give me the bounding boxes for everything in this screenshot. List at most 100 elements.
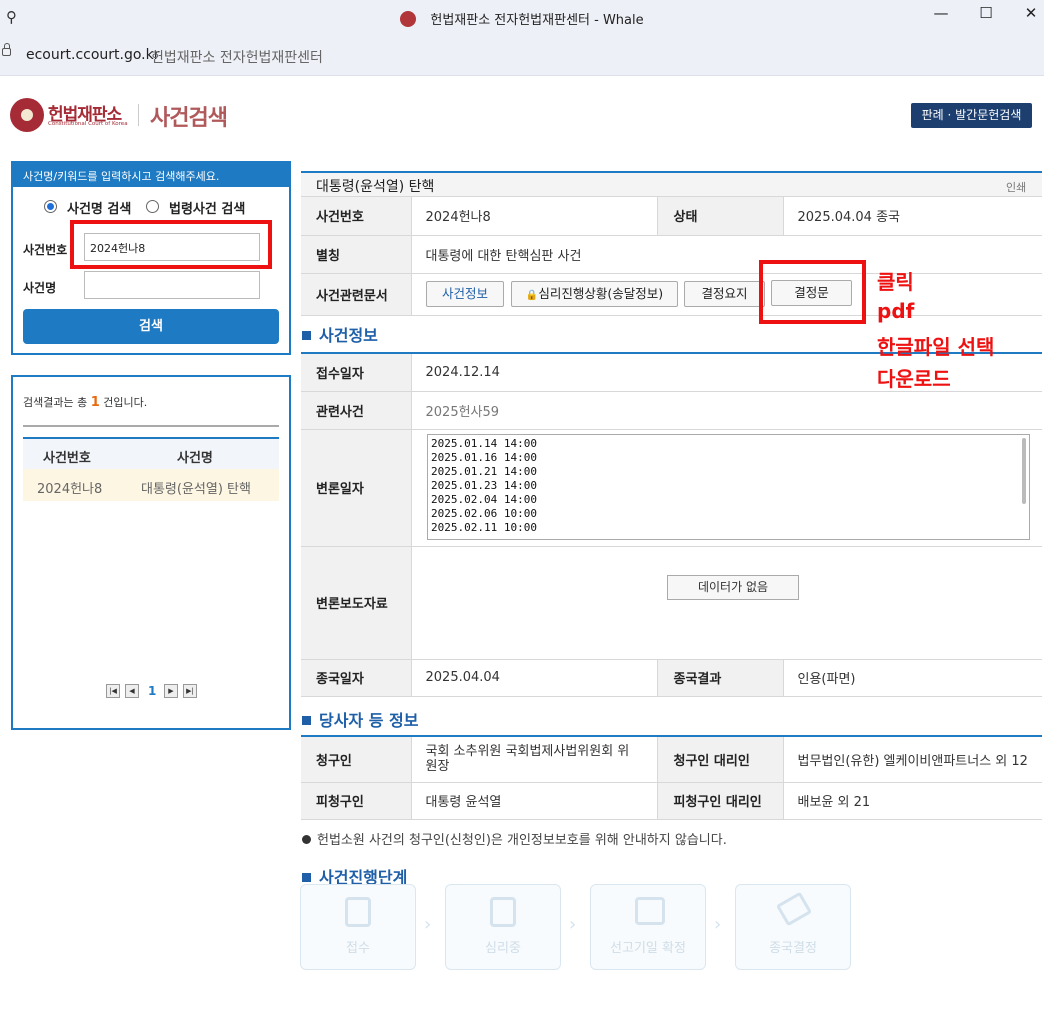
related-value[interactable]: 2025헌사59 — [410, 391, 1042, 430]
chevron-right-icon: › — [424, 914, 432, 935]
respondent-label: 피청구인 — [301, 782, 411, 820]
hearing-label: 변론일자 — [301, 429, 411, 547]
final-date-value: 2025.04.04 — [410, 659, 657, 697]
radio-case-name[interactable] — [44, 200, 57, 213]
stage-label: 심리중 — [485, 941, 521, 956]
maximize-button[interactable]: ☐ — [973, 4, 999, 28]
annotation-select-hwp: 한글파일 선택 — [877, 335, 995, 359]
docs-label: 사건관련문서 — [301, 273, 411, 316]
highlight-decision-button-box — [759, 260, 866, 324]
pagination: |◀ ◀ 1 ▶ ▶| — [106, 684, 206, 700]
chevron-right-icon: › — [569, 914, 577, 935]
column-header-case-no: 사건번호 — [43, 451, 91, 466]
respondent-agent-label: 피청구인 대리인 — [656, 782, 783, 820]
stage-label: 종국결정 — [769, 941, 817, 956]
alias-value: 대통령에 대한 탄핵심판 사건 — [410, 235, 1042, 274]
next-page-button[interactable]: ▶ — [164, 684, 178, 698]
annotation-click: 클릭 — [877, 270, 914, 294]
claimant-agent-label: 청구인 대리인 — [656, 737, 783, 783]
url-domain[interactable]: ecourt.ccourt.go.kr — [26, 47, 160, 63]
case-no-value: 2024헌나8 — [410, 197, 657, 236]
radio-case-name-label[interactable]: 사건명 검색 — [67, 198, 131, 217]
respondent-value: 대통령 윤석열 — [410, 782, 657, 820]
highlight-case-no-box — [70, 220, 272, 269]
stage-received: 접수 — [300, 884, 416, 970]
case-title: 대통령(윤석열) 탄핵 — [316, 179, 435, 195]
document-icon — [490, 897, 516, 927]
parties-table: 청구인 국회 소추위원 국회법제사법위원회 위원장 청구인 대리인 법무법인(유… — [301, 737, 1042, 820]
annotation-download: 다운로드 — [877, 367, 951, 391]
last-page-button[interactable]: ▶| — [183, 684, 197, 698]
list-item[interactable]: 2025.01.23 14:00 — [431, 479, 1026, 493]
first-page-button[interactable]: |◀ — [106, 684, 120, 698]
logo-english: Constitutional Court of Korea — [48, 121, 128, 127]
result-count-suffix: 건입니다. — [103, 396, 148, 409]
list-item[interactable]: 2025.01.16 14:00 — [431, 451, 1026, 465]
results-table-header: 사건번호 사건명 — [23, 437, 279, 469]
gavel-icon — [775, 891, 813, 927]
section-title-parties: 당사자 등 정보 — [302, 707, 418, 731]
received-label: 접수일자 — [301, 354, 411, 392]
stage-date-set: 선고기일 확정 — [590, 884, 706, 970]
list-item[interactable]: 2025.02.06 10:00 — [431, 507, 1026, 521]
row-case-name[interactable]: 대통령(윤석열) 탄핵 — [141, 478, 251, 497]
related-label: 관련사건 — [301, 391, 411, 430]
press-label: 변론보도자료 — [301, 546, 411, 660]
annotation-pdf: pdf — [877, 299, 915, 323]
url-page-title[interactable]: 헌법재판소 전자헌법재판센터 — [151, 47, 323, 67]
court-emblem-icon — [10, 98, 44, 132]
list-item[interactable]: 2025.01.21 14:00 — [431, 465, 1026, 479]
no-data-button[interactable]: 데이터가 없음 — [667, 575, 799, 600]
list-item[interactable]: 2025.01.14 14:00 — [431, 437, 1026, 451]
precedent-search-button[interactable]: 판례 · 발간문헌검색 — [911, 103, 1032, 128]
stage-final: 종국결정 — [735, 884, 851, 970]
claimant-value: 국회 소추위원 국회법제사법위원회 위원장 — [410, 737, 657, 783]
divider — [23, 425, 279, 427]
prev-page-button[interactable]: ◀ — [125, 684, 139, 698]
divider — [138, 104, 139, 126]
alias-label: 별칭 — [301, 235, 411, 274]
status-value: 2025.04.04 종국 — [782, 197, 1042, 236]
chevron-right-icon: › — [714, 914, 722, 935]
print-link[interactable]: 인쇄 — [1006, 179, 1026, 195]
case-no-label: 사건번호 — [23, 243, 68, 257]
search-button[interactable]: 검색 — [23, 309, 279, 344]
close-button[interactable]: ✕ — [1018, 4, 1044, 28]
proceedings-button[interactable]: 🔒심리진행상황(송달정보) — [511, 281, 678, 307]
final-result-value: 인용(파면) — [782, 659, 1042, 697]
minimize-button[interactable]: — — [928, 4, 954, 28]
result-count: 검색결과는 총 1 건입니다. — [23, 394, 147, 410]
window-titlebar: ⚲ 헌법재판소 전자헌법재판센터 - Whale — ☐ ✕ — [0, 0, 1044, 36]
radio-law-case-label[interactable]: 법령사건 검색 — [169, 198, 245, 217]
result-count-number: 1 — [90, 395, 100, 410]
case-name-input[interactable] — [84, 271, 260, 299]
hearing-dates-list[interactable]: 2025.01.14 14:00 2025.01.16 14:00 2025.0… — [427, 434, 1030, 540]
page-title: 사건검색 — [150, 106, 228, 131]
decision-summary-button[interactable]: 결정요지 — [684, 281, 765, 307]
section-title-case-info: 사건정보 — [302, 322, 378, 346]
case-info-button[interactable]: 사건정보 — [426, 281, 504, 307]
address-bar[interactable]: ecourt.ccourt.go.kr 헌법재판소 전자헌법재판센터 — [0, 36, 1044, 76]
claimant-label: 청구인 — [301, 737, 411, 783]
scrollbar[interactable] — [1022, 438, 1026, 504]
stage-reviewing: 심리중 — [445, 884, 561, 970]
lock-icon[interactable] — [2, 43, 11, 56]
case-no-label: 사건번호 — [301, 197, 411, 236]
final-result-label: 종국결과 — [656, 659, 783, 697]
document-icon — [345, 897, 371, 927]
claimant-agent-value: 법무법인(유한) 엘케이비앤파트너스 외 12 — [782, 737, 1042, 783]
window-title: 헌법재판소 전자헌법재판센터 - Whale — [430, 13, 644, 28]
column-header-case-name: 사건명 — [177, 451, 213, 466]
list-item[interactable]: 2025.02.04 14:00 — [431, 493, 1026, 507]
radio-law-case[interactable] — [146, 200, 159, 213]
status-label: 상태 — [656, 197, 783, 236]
table-row[interactable]: 2024헌나8 대통령(윤석열) 탄핵 — [23, 469, 279, 501]
list-item[interactable]: 2025.02.11 10:00 — [431, 521, 1026, 535]
result-count-prefix: 검색결과는 총 — [23, 396, 88, 409]
row-case-no[interactable]: 2024헌나8 — [37, 478, 102, 497]
results-panel: 검색결과는 총 1 건입니다. 사건번호 사건명 2024헌나8 대통령(윤석열… — [11, 375, 291, 730]
site-logo[interactable]: 헌법재판소 Constitutional Court of Korea 사건검색 — [10, 96, 240, 136]
search-hint: 사건명/키워드를 입력하시고 검색해주세요. — [13, 163, 289, 187]
current-page[interactable]: 1 — [148, 684, 156, 698]
case-name-label: 사건명 — [23, 281, 57, 295]
